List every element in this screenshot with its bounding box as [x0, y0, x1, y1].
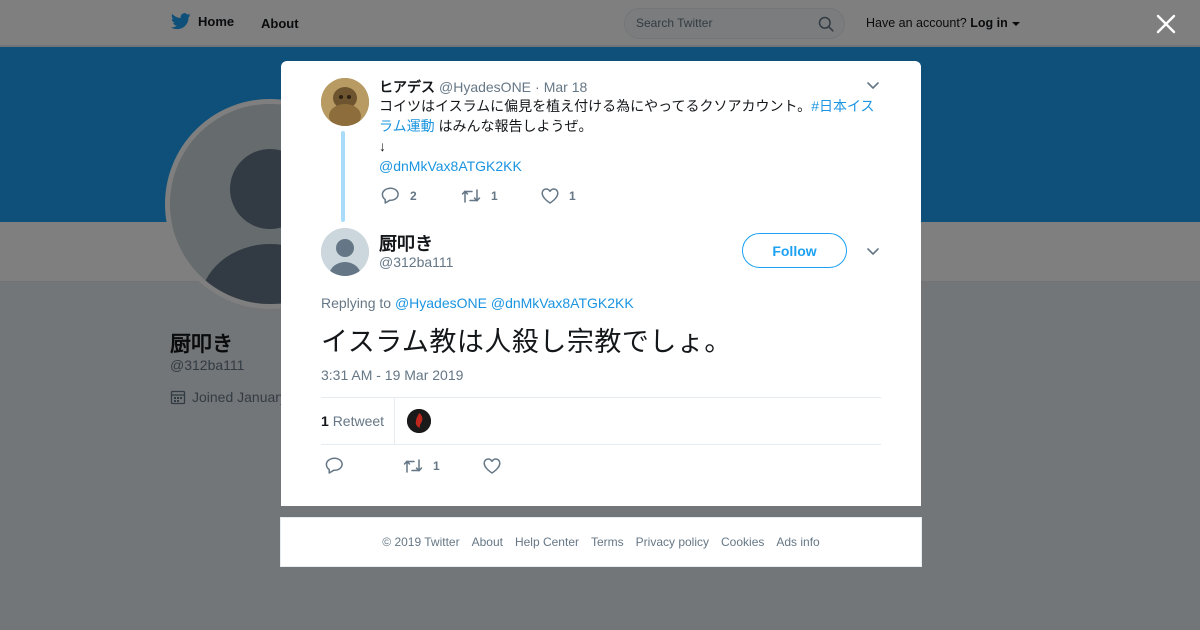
retweet-stat-count: 1: [321, 413, 329, 429]
parent-handle[interactable]: @HyadesONE: [439, 79, 531, 95]
like-icon: [541, 187, 559, 204]
footer-cookies[interactable]: Cookies: [721, 535, 764, 549]
retweet-stat-label: Retweet: [332, 413, 385, 429]
parent-tweet-header: ヒアデス @HyadesONE · Mar 18: [379, 77, 587, 97]
close-icon[interactable]: [1152, 10, 1180, 38]
main-handle[interactable]: @312ba111: [379, 254, 453, 270]
retweet-button[interactable]: 1: [403, 458, 483, 474]
reply-button[interactable]: [325, 457, 403, 474]
main-tweet-actions: 1: [325, 457, 501, 474]
like-button[interactable]: [483, 457, 501, 474]
modal-footer: © 2019 Twitter About Help Center Terms P…: [280, 517, 922, 567]
footer-privacy-policy[interactable]: Privacy policy: [636, 535, 709, 549]
parent-text-part-2: はみんな報告しようぜ。: [434, 118, 593, 134]
tweet-modal: ヒアデス @HyadesONE · Mar 18 コイツはイスラムに偏見を植え付…: [281, 61, 921, 506]
like-icon: [483, 457, 501, 474]
replying-to: Replying to @HyadesONE @dnMkVax8ATGK2KK: [321, 295, 634, 311]
reply-icon: [381, 187, 399, 204]
tweet-stats: 1 Retweet: [321, 397, 881, 445]
main-tweet-avatar[interactable]: [321, 228, 369, 276]
retweeter-avatar[interactable]: [407, 409, 431, 433]
default-avatar-silhouette: [321, 228, 369, 276]
replying-prefix: Replying to: [321, 295, 392, 311]
footer-copyright[interactable]: © 2019 Twitter: [382, 535, 459, 549]
retweet-count: 1: [433, 458, 440, 473]
parent-tweet-actions: 2 1 1: [381, 187, 576, 204]
retweet-stat[interactable]: 1 Retweet: [321, 413, 384, 429]
main-display-name[interactable]: 厨叩き: [379, 230, 433, 256]
replying-mention-dnmkvax[interactable]: @dnMkVax8ATGK2KK: [491, 295, 634, 311]
replying-mention-hyadesone[interactable]: @HyadesONE: [395, 295, 487, 311]
parent-tweet-text: コイツはイスラムに偏見を植え付ける為にやってるクソアカウント。#日本イスラム運動…: [379, 96, 879, 176]
parent-date[interactable]: Mar 18: [544, 79, 588, 95]
parent-display-name[interactable]: ヒアデス: [379, 77, 435, 97]
mention-link[interactable]: @dnMkVax8ATGK2KK: [379, 158, 522, 174]
retweet-count: 1: [491, 188, 498, 203]
footer-about[interactable]: About: [472, 535, 503, 549]
footer-help-center[interactable]: Help Center: [515, 535, 579, 549]
caret-down-icon[interactable]: [866, 78, 880, 92]
parent-tweet-avatar[interactable]: [321, 78, 369, 126]
retweet-icon: [461, 188, 481, 203]
stats-divider: [394, 398, 395, 444]
retweet-button[interactable]: 1: [461, 188, 541, 204]
header-separator: ·: [535, 79, 540, 95]
footer-terms[interactable]: Terms: [591, 535, 624, 549]
follow-button[interactable]: Follow: [742, 233, 847, 268]
caret-down-icon[interactable]: [866, 244, 880, 258]
like-button[interactable]: 1: [541, 187, 576, 204]
parent-arrow-line: ↓: [379, 138, 386, 154]
avatar-image: [321, 78, 369, 126]
like-count: 1: [569, 188, 576, 203]
reply-button[interactable]: 2: [381, 187, 461, 204]
thread-connector-line: [341, 131, 345, 222]
avatar-image: [407, 409, 431, 433]
reply-count: 2: [410, 188, 417, 203]
retweet-icon: [403, 458, 423, 473]
parent-text-part-1: コイツはイスラムに偏見を植え付ける為にやってるクソアカウント。: [379, 98, 812, 114]
tweet-timestamp[interactable]: 3:31 AM - 19 Mar 2019: [321, 367, 463, 383]
main-tweet-text: イスラム教は人殺し宗教でしょ。: [321, 327, 732, 357]
reply-icon: [325, 457, 343, 474]
footer-ads-info[interactable]: Ads info: [776, 535, 819, 549]
